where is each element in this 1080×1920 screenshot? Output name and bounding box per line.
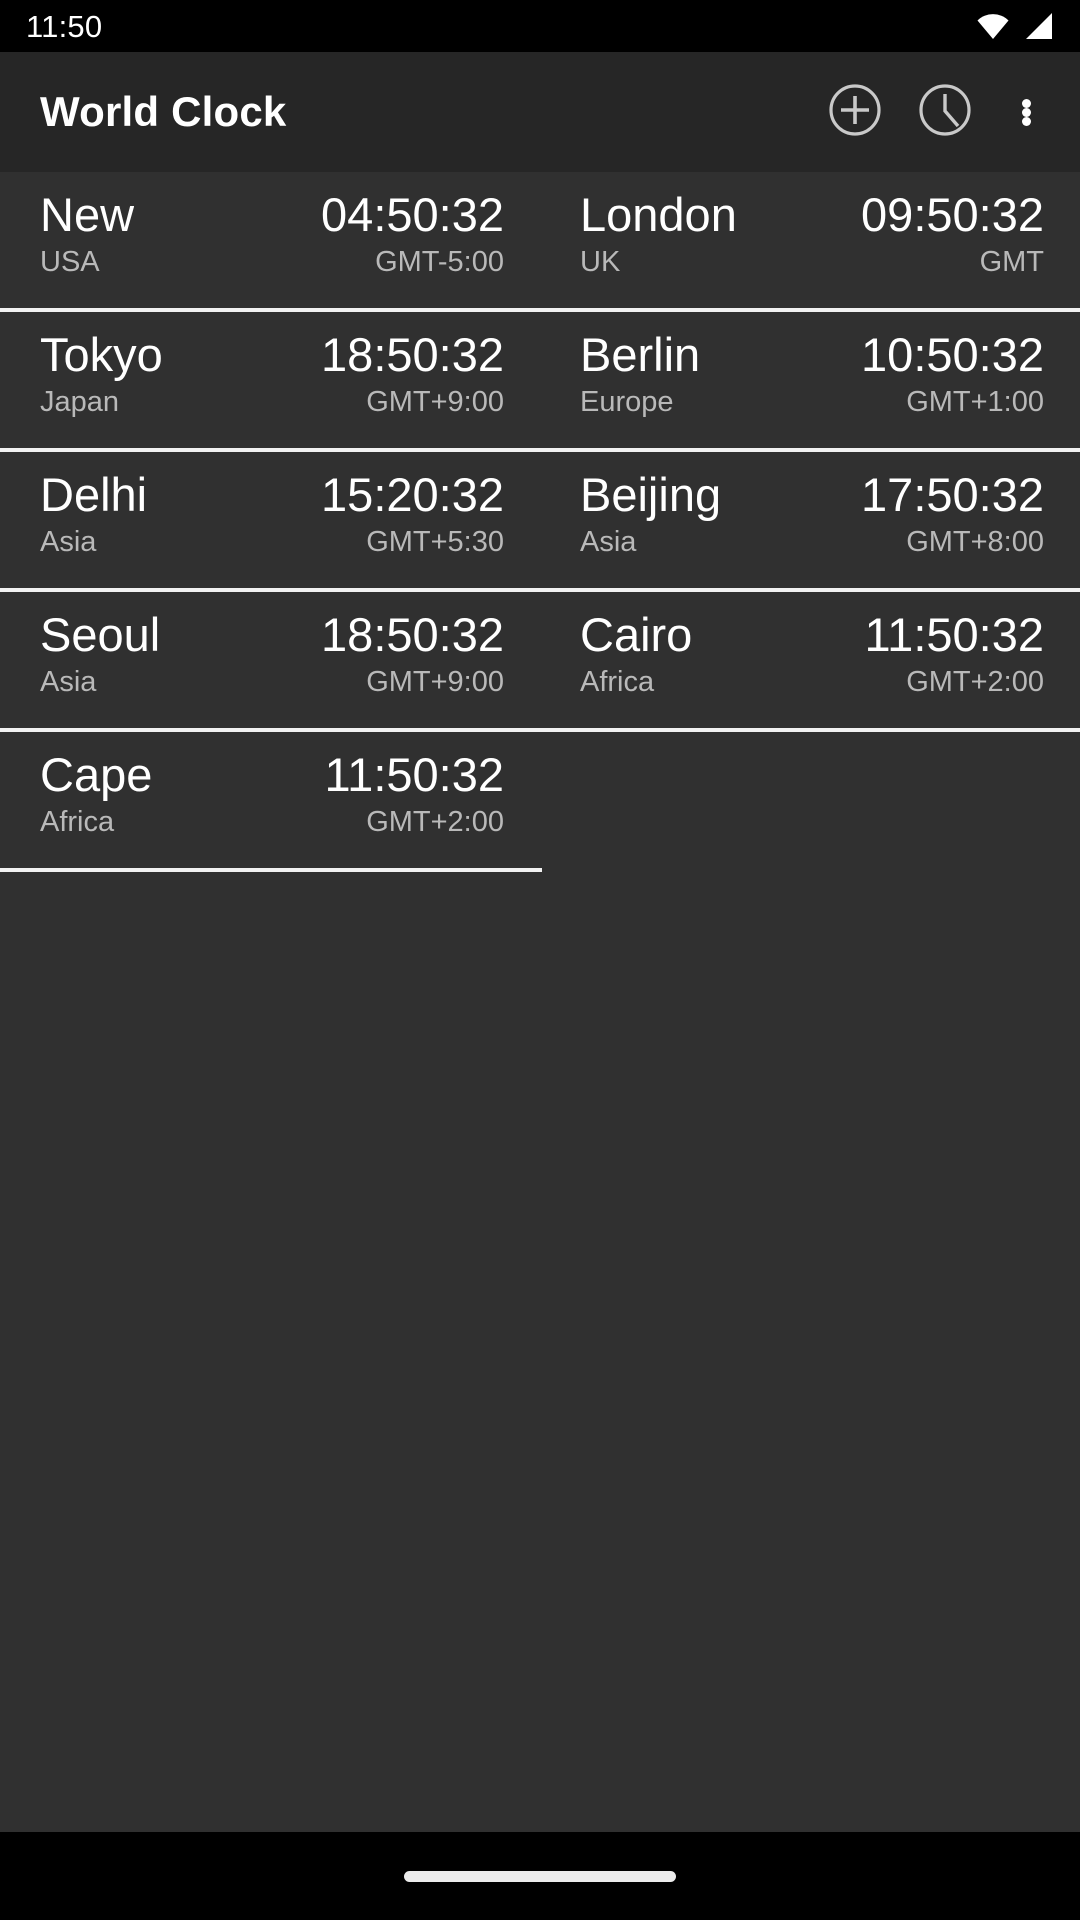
list-item[interactable]: New 04:50:32 USA GMT-5:00 [0,172,540,308]
status-bar-clock: 11:50 [26,8,103,44]
list-item[interactable]: Cairo 11:50:32 Africa GMT+2:00 [540,592,1080,728]
city-region: Africa [40,805,115,838]
add-clock-button[interactable] [818,75,892,149]
city-time: 18:50:32 [321,328,504,381]
clock-circle-icon [917,82,973,143]
city-offset: GMT-5:00 [375,245,504,278]
city-time: 09:50:32 [861,188,1044,241]
city-region: Asia [580,525,637,558]
city-time: 18:50:32 [321,608,504,661]
city-offset: GMT+2:00 [366,805,504,838]
city-time: 17:50:32 [861,468,1044,521]
city-region: Asia [40,525,97,558]
table-row[interactable]: New 04:50:32 USA GMT-5:00 London 09:50:3… [0,172,1080,308]
city-name: Beijing [580,470,722,521]
city-offset: GMT+9:00 [366,665,504,698]
world-clock-list[interactable]: New 04:50:32 USA GMT-5:00 London 09:50:3… [0,172,1080,1832]
city-region: Asia [40,665,97,698]
city-time: 15:20:32 [321,468,504,521]
overflow-menu-button[interactable] [998,75,1054,149]
system-navigation-bar [0,1832,1080,1920]
list-item[interactable]: Seoul 18:50:32 Asia GMT+9:00 [0,592,540,728]
table-row[interactable]: Seoul 18:50:32 Asia GMT+9:00 Cairo 11:50… [0,592,1080,728]
city-region: USA [40,245,100,278]
status-bar-icons [976,9,1054,43]
status-bar: 11:50 [0,0,1080,52]
city-offset: GMT+5:30 [366,525,504,558]
city-region: Japan [40,385,120,418]
list-item[interactable]: Delhi 15:20:32 Asia GMT+5:30 [0,452,540,588]
page-title: World Clock [40,88,287,135]
city-region: Africa [580,665,655,698]
city-name: Seoul [40,610,161,661]
row-divider [0,868,542,872]
table-row[interactable]: Delhi 15:20:32 Asia GMT+5:30 Beijing 17:… [0,452,1080,588]
home-gesture-pill[interactable] [404,1870,676,1882]
city-time: 11:50:32 [864,608,1044,661]
wifi-icon [976,12,1010,40]
city-offset: GMT+2:00 [906,665,1044,698]
list-item[interactable]: London 09:50:32 UK GMT [540,172,1080,308]
list-item[interactable]: Tokyo 18:50:32 Japan GMT+9:00 [0,312,540,448]
list-item[interactable]: Cape 11:50:32 Africa GMT+2:00 [0,732,540,868]
plus-circle-icon [827,82,883,143]
city-time: 11:50:32 [324,748,504,801]
phone-screen: 11:50 World Clock New 04:50:32 USA GMT-5… [0,0,1080,1920]
cell-signal-icon [1024,12,1054,40]
city-time: 04:50:32 [321,188,504,241]
city-name: Cairo [580,610,693,661]
city-name: London [580,190,737,241]
table-row[interactable]: Cape 11:50:32 Africa GMT+2:00 [0,732,1080,868]
city-name: Delhi [40,470,148,521]
timer-button[interactable] [908,75,982,149]
city-name: Tokyo [40,330,163,381]
city-offset: GMT [979,245,1044,278]
city-name: Cape [40,750,153,801]
app-bar-actions [818,75,1054,149]
city-offset: GMT+9:00 [366,385,504,418]
city-region: UK [580,245,621,278]
city-name: Berlin [580,330,701,381]
city-name: New [40,190,135,241]
city-region: Europe [580,385,674,418]
city-time: 10:50:32 [861,328,1044,381]
more-vertical-icon [1021,98,1031,126]
list-item[interactable]: Beijing 17:50:32 Asia GMT+8:00 [540,452,1080,588]
app-bar: World Clock [0,52,1080,172]
list-item[interactable]: Berlin 10:50:32 Europe GMT+1:00 [540,312,1080,448]
city-offset: GMT+8:00 [906,525,1044,558]
table-row[interactable]: Tokyo 18:50:32 Japan GMT+9:00 Berlin 10:… [0,312,1080,448]
city-offset: GMT+1:00 [906,385,1044,418]
